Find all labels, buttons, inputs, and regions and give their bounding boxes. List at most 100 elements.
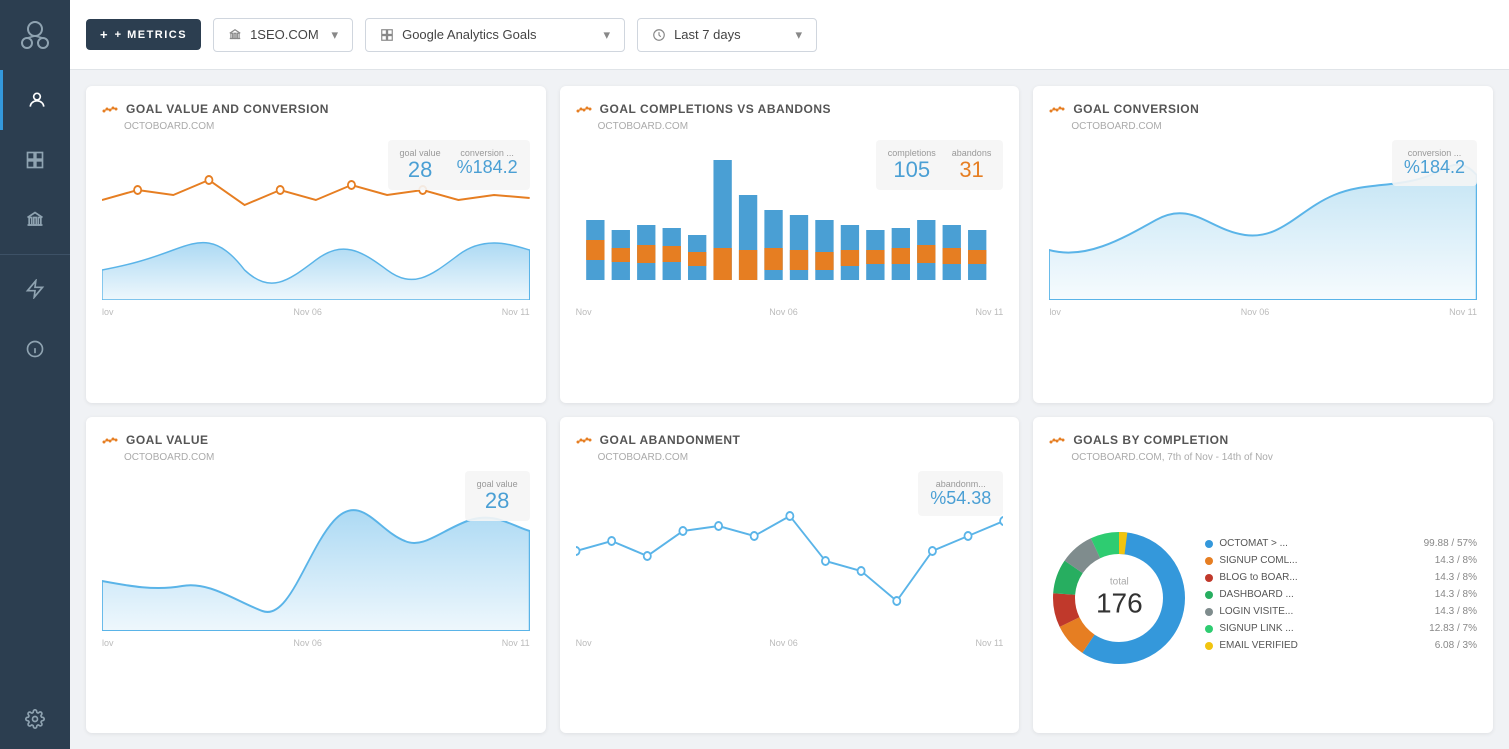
scatter-icon-1: [102, 103, 118, 119]
time-dropdown[interactable]: Last 7 days ▾: [637, 18, 817, 52]
stats-value-2b: 31: [952, 158, 992, 182]
sidebar-item-settings[interactable]: [0, 689, 70, 749]
sidebar-item-dashboard[interactable]: [0, 130, 70, 190]
stats-box-2: completions 105 abandons 31: [876, 140, 1004, 190]
donut-legend: OCTOMAT > ... 99.88 / 57% SIGNUP COML...…: [1205, 538, 1477, 657]
stats-value-3a: %184.2: [1404, 158, 1465, 178]
stats-value-1a: 28: [400, 158, 441, 182]
widget-header-6: GOALS BY COMPLETION: [1049, 433, 1477, 450]
x-labels-5: Nov Nov 06 Nov 11: [576, 636, 1004, 648]
widget-body-5: abandonm... %54.38: [576, 471, 1004, 718]
bank-small-icon: [228, 28, 242, 42]
x-labels-3: lov Nov 06 Nov 11: [1049, 305, 1477, 317]
legend-values-2: 14.3 / 8%: [1435, 572, 1477, 583]
legend-values-1: 14.3 / 8%: [1435, 555, 1477, 566]
x-label-4a: lov: [102, 638, 114, 648]
sidebar-item-integrations[interactable]: [0, 259, 70, 319]
widget-goals-by-completion: GOALS BY COMPLETION OCTOBOARD.COM, 7th o…: [1033, 417, 1493, 734]
widget-header-5: GOAL ABANDONMENT: [576, 433, 1004, 450]
legend-label-1: SIGNUP COML...: [1219, 555, 1428, 566]
sidebar-item-user[interactable]: [0, 70, 70, 130]
widget-body-4: goal value 28 lov Nov 06 Nov 11: [102, 471, 530, 718]
legend-item-5: SIGNUP LINK ... 12.83 / 7%: [1205, 623, 1477, 634]
scatter-icon-6: [1049, 434, 1065, 450]
widget-body-3: conversion ... %184.2 lov Nov 06 No: [1049, 140, 1477, 387]
legend-dot-0: [1205, 540, 1213, 548]
chevron-down-icon-report: ▾: [604, 27, 611, 43]
x-labels-4: lov Nov 06 Nov 11: [102, 636, 530, 648]
legend-dot-3: [1205, 591, 1213, 599]
widget-title-2: GOAL COMPLETIONS VS ABANDONS: [600, 102, 831, 116]
widget-goal-abandonment: GOAL ABANDONMENT OCTOBOARD.COM abandonm.…: [560, 417, 1020, 734]
scatter-icon-4: [102, 434, 118, 450]
legend-dot-1: [1205, 557, 1213, 565]
dashboard-grid: GOAL VALUE AND CONVERSION OCTOBOARD.COM …: [70, 70, 1509, 749]
sidebar-logo: [0, 0, 70, 70]
topbar: + + METRICS 1SEO.COM ▾ Google Analytics …: [70, 0, 1509, 70]
site-label: 1SEO.COM: [250, 27, 319, 42]
legend-label-6: EMAIL VERIFIED: [1219, 640, 1428, 651]
plus-icon: +: [100, 27, 109, 42]
x-label-3b: Nov 06: [1241, 307, 1270, 317]
widget-header-2: GOAL COMPLETIONS VS ABANDONS: [576, 102, 1004, 119]
widget-title-6: GOALS BY COMPLETION: [1073, 433, 1228, 447]
widget-subtitle-2: OCTOBOARD.COM: [598, 121, 1004, 132]
x-label-2b: Nov 06: [769, 307, 798, 317]
report-dropdown[interactable]: Google Analytics Goals ▾: [365, 18, 625, 52]
clock-icon: [652, 28, 666, 42]
legend-item-4: LOGIN VISITE... 14.3 / 8%: [1205, 606, 1477, 617]
add-metrics-button[interactable]: + + METRICS: [86, 19, 201, 50]
widget-title-1: GOAL VALUE AND CONVERSION: [126, 102, 329, 116]
donut-total-value: 176: [1096, 587, 1143, 619]
legend-item-2: BLOG to BOAR... 14.3 / 8%: [1205, 572, 1477, 583]
x-label-3c: Nov 11: [1449, 307, 1477, 317]
x-label-2a: Nov: [576, 307, 592, 317]
sidebar-item-bank[interactable]: [0, 190, 70, 250]
main-content: + + METRICS 1SEO.COM ▾ Google Analytics …: [70, 0, 1509, 749]
legend-values-6: 6.08 / 3%: [1435, 640, 1477, 651]
widget-title-3: GOAL CONVERSION: [1073, 102, 1199, 116]
x-label-5b: Nov 06: [769, 638, 798, 648]
stats-box-5: abandonm... %54.38: [918, 471, 1003, 517]
stats-value-2a: 105: [888, 158, 936, 182]
sidebar: [0, 0, 70, 749]
widget-goal-value-conversion: GOAL VALUE AND CONVERSION OCTOBOARD.COM …: [86, 86, 546, 403]
x-label-5a: Nov: [576, 638, 592, 648]
stats-label-4a: goal value: [477, 479, 518, 489]
legend-label-5: SIGNUP LINK ...: [1219, 623, 1423, 634]
x-label-1a: lov: [102, 307, 114, 317]
legend-label-2: BLOG to BOAR...: [1219, 572, 1428, 583]
widget-title-4: GOAL VALUE: [126, 433, 209, 447]
widget-goal-conversion: GOAL CONVERSION OCTOBOARD.COM conversion…: [1033, 86, 1493, 403]
legend-values-4: 14.3 / 8%: [1435, 606, 1477, 617]
legend-values-3: 14.3 / 8%: [1435, 589, 1477, 600]
site-dropdown[interactable]: 1SEO.COM ▾: [213, 18, 353, 52]
widget-header-3: GOAL CONVERSION: [1049, 102, 1477, 119]
stats-value-5a: %54.38: [930, 489, 991, 509]
chevron-down-icon: ▾: [332, 27, 339, 43]
stats-value-4a: 28: [477, 489, 518, 513]
sidebar-item-info[interactable]: [0, 319, 70, 379]
stats-value-1b: %184.2: [457, 158, 518, 178]
scatter-icon-3: [1049, 103, 1065, 119]
legend-item-6: EMAIL VERIFIED 6.08 / 3%: [1205, 640, 1477, 651]
legend-label-0: OCTOMAT > ...: [1219, 538, 1417, 549]
legend-item-1: SIGNUP COML... 14.3 / 8%: [1205, 555, 1477, 566]
donut-center: total 176: [1096, 576, 1143, 619]
sidebar-divider: [0, 254, 70, 255]
add-metrics-label: + METRICS: [115, 29, 187, 41]
widget-subtitle-3: OCTOBOARD.COM: [1071, 121, 1477, 132]
x-label-1b: Nov 06: [293, 307, 322, 317]
x-label-2c: Nov 11: [975, 307, 1003, 317]
scatter-icon-5: [576, 434, 592, 450]
widget-title-5: GOAL ABANDONMENT: [600, 433, 741, 447]
widget-goal-value: GOAL VALUE OCTOBOARD.COM goal value 28: [86, 417, 546, 734]
x-label-3a: lov: [1049, 307, 1061, 317]
widget-header-1: GOAL VALUE AND CONVERSION: [102, 102, 530, 119]
widget-subtitle-6: OCTOBOARD.COM, 7th of Nov - 14th of Nov: [1071, 452, 1477, 463]
widget-subtitle-5: OCTOBOARD.COM: [598, 452, 1004, 463]
scatter-icon-2: [576, 103, 592, 119]
legend-item-0: OCTOMAT > ... 99.88 / 57%: [1205, 538, 1477, 549]
stats-box-1: goal value 28 conversion ... %184.2: [388, 140, 530, 190]
widget-body-2: completions 105 abandons 31: [576, 140, 1004, 387]
